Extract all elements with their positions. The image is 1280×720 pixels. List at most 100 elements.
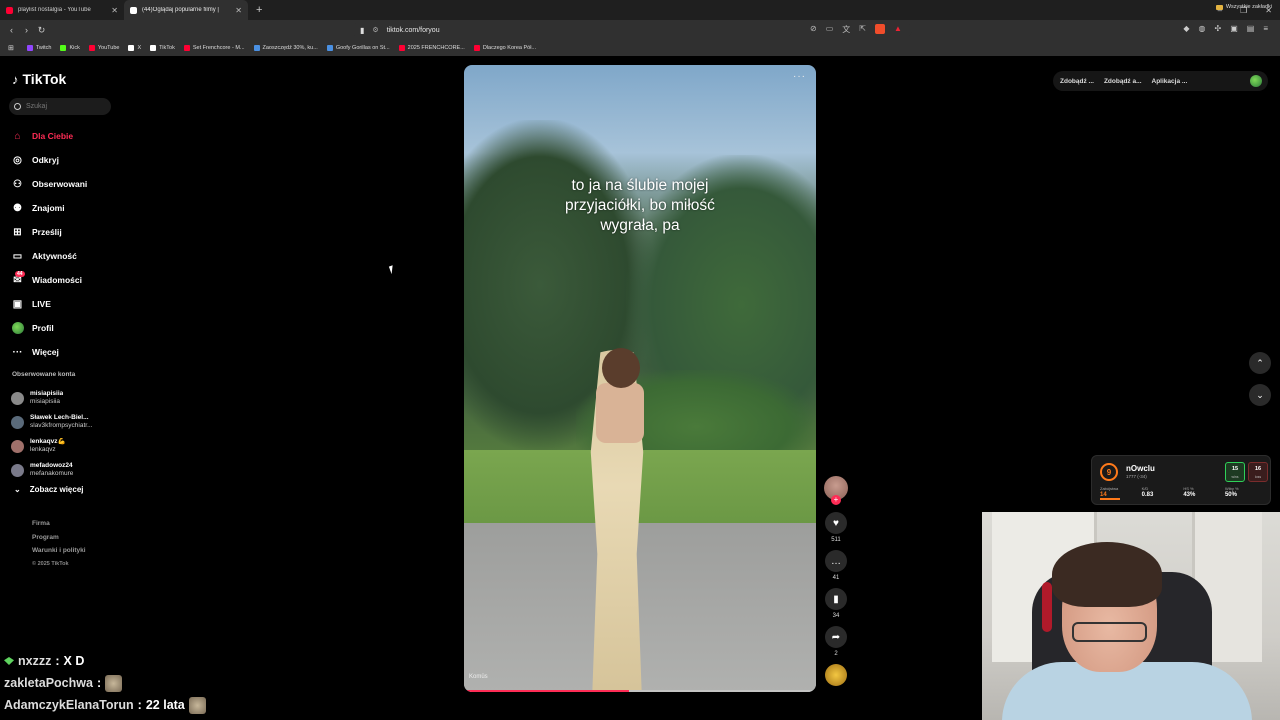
sidebar-item-home[interactable]: ⌂ Dla Ciebie: [11, 124, 121, 148]
comment-button[interactable]: … 41: [822, 550, 850, 582]
brave-rewards-icon[interactable]: ▲: [894, 24, 902, 35]
more-options-icon[interactable]: ···: [793, 71, 806, 82]
back-icon[interactable]: ‹: [4, 25, 19, 35]
browser-tab-youtube[interactable]: playlist nostalgia - YouTube ✕: [0, 0, 124, 20]
chevron-down-icon: ⌄: [14, 485, 21, 494]
sidebar-item-friends[interactable]: ⚉ Znajomi: [11, 196, 121, 220]
footer-link[interactable]: Firma: [32, 517, 86, 531]
footer-link[interactable]: Program: [32, 531, 86, 545]
extension-icon[interactable]: ◍: [1199, 24, 1206, 33]
bookmark-favicon-icon: [26, 45, 33, 51]
chat-text: X D: [63, 654, 85, 668]
gaming-chair: [1042, 582, 1052, 632]
wins-value: 15: [1231, 466, 1239, 472]
copyright: © 2025 TikTok: [32, 560, 69, 567]
share-icon[interactable]: ⇱: [859, 24, 866, 35]
user-avatar[interactable]: [1250, 75, 1262, 87]
bookmark-item[interactable]: YouTube: [88, 45, 120, 51]
address-bar: ‹ › ↻ ▮ ⚙ tiktok.com/foryou ⊘ ▭ 文 ⇱ ▲ ◆ …: [0, 20, 1280, 40]
bookmark-item[interactable]: X: [128, 45, 141, 51]
sidebar-item-following[interactable]: ⚇ Obserwowani: [11, 172, 121, 196]
account-names: lenkaqvz💪 lenkaqvz: [30, 438, 66, 454]
previous-video-button[interactable]: ⌃: [1249, 352, 1271, 374]
cast-icon[interactable]: ▭: [826, 24, 834, 35]
bookmark-item[interactable]: Set Frenchcore - M...: [183, 45, 245, 51]
upload-icon: ⊞: [13, 226, 22, 238]
followed-account[interactable]: misiapisiia misiapisiia: [11, 386, 121, 410]
save-button[interactable]: ▮ 34: [822, 588, 850, 620]
video-subject: [602, 348, 640, 388]
stream-chat: nxzzz : X D zakletaPochwa : AdamczykElan…: [4, 650, 404, 716]
bookmark-item[interactable]: Zaoszczędź 30%, ku...: [253, 45, 318, 51]
brand-name: TikTok: [22, 71, 67, 87]
forward-icon[interactable]: ›: [19, 25, 34, 35]
bookmark-label: YouTube: [97, 45, 120, 51]
new-tab-button[interactable]: +: [248, 4, 270, 16]
see-more-button[interactable]: ⌄ Zobacz więcej: [14, 485, 84, 494]
window-controls: – ❐ ✕: [1218, 0, 1272, 20]
followed-account[interactable]: Sławek Lech-Biel... slav3kfrompsychiatr..…: [11, 410, 121, 434]
bookmark-item[interactable]: 2025 FRENCHCORE...: [398, 45, 465, 51]
bookmarks-bar: ⊞ Twitch Kick YouTube X TikTok Set Frenchcore…: [0, 40, 1280, 56]
puzzle-icon[interactable]: ✣: [1215, 24, 1222, 33]
share-button[interactable]: ➦ 2: [822, 626, 850, 658]
sidebar-item-more[interactable]: ··· Więcej: [11, 340, 121, 364]
sidebar-item-live[interactable]: ▣ LIVE: [11, 292, 121, 316]
notification-badge: 44: [15, 271, 25, 277]
get-coins-button[interactable]: Zdobądź ...: [1060, 78, 1094, 85]
translate-icon[interactable]: 文: [842, 24, 850, 35]
apps-grid-icon[interactable]: ⊞: [8, 44, 14, 52]
compass-icon: ◎: [13, 154, 22, 166]
author-avatar[interactable]: +: [824, 476, 848, 505]
next-video-button[interactable]: ⌄: [1249, 384, 1271, 406]
sidebar-item-messages[interactable]: ✉ 44 Wiadomości: [11, 268, 121, 292]
bookmark-favicon-icon: [326, 45, 333, 51]
sidebar-icon[interactable]: ▣: [1230, 24, 1238, 33]
video-progress-bar[interactable]: [464, 690, 816, 692]
site-info-icon[interactable]: ⚙: [372, 26, 378, 34]
bookmark-item[interactable]: Twitch: [26, 45, 51, 51]
sidebar-item-activity[interactable]: ▭ Aktywność: [11, 244, 121, 268]
bookmark-item[interactable]: Kick: [60, 45, 80, 51]
video-actions: + ♥ 511 … 41 ▮ 34 ➦ 2: [822, 476, 850, 686]
block-icon[interactable]: ⊘: [810, 24, 817, 35]
url-text: tiktok.com/foryou: [386, 26, 440, 34]
sidebar-item-compass[interactable]: ◎ Odkryj: [11, 148, 121, 172]
tiktok-logo[interactable]: ♪ TikTok: [12, 71, 66, 87]
music-disc-icon[interactable]: [825, 664, 847, 686]
followed-account[interactable]: mefadowoz24 mefanakomure: [11, 458, 121, 482]
video-caption: to ja na ślubie mojej przyjaciółki, bo m…: [464, 176, 816, 236]
faceit-stat: HS % 43%: [1183, 486, 1196, 498]
sidebar-item-upload[interactable]: ⊞ Prześlij: [11, 220, 121, 244]
bookmark-item[interactable]: Dlaczego Korea Pół...: [473, 45, 537, 51]
reload-icon[interactable]: ↻: [34, 25, 49, 36]
wallet-icon[interactable]: ▤: [1247, 24, 1255, 33]
tab-close-icon[interactable]: ✕: [235, 6, 242, 15]
sidebar-item-profile[interactable]: Profil: [11, 316, 121, 340]
bookmark-favicon-icon: [150, 45, 157, 51]
browser-tab-tiktok[interactable]: (44)Oglądaj popularne filmy | ✕: [124, 0, 248, 20]
menu-icon[interactable]: ≡: [1263, 24, 1268, 33]
get-app-button[interactable]: Zdobądź a...: [1104, 78, 1142, 85]
tab-close-icon[interactable]: ✕: [111, 6, 118, 15]
like-count: 511: [831, 537, 841, 543]
bookmark-item[interactable]: TikTok: [150, 45, 175, 51]
sidebar-item-label: Aktywność: [32, 251, 77, 261]
tab-title: playlist nostalgia - YouTube: [18, 7, 91, 13]
sidebar-nav: ⌂ Dla Ciebie ◎ Odkryj ⚇ Obserwowani ⚉ Znajomi ⊞ P…: [11, 124, 121, 364]
follow-plus-icon[interactable]: +: [831, 495, 841, 505]
like-button[interactable]: ♥ 511: [822, 512, 850, 544]
bookmark-label: Dlaczego Korea Pół...: [482, 45, 537, 51]
footer-link[interactable]: Warunki i polityki: [32, 544, 86, 558]
chat-badge-icon: [4, 657, 14, 665]
desktop-app-button[interactable]: Aplikacja ...: [1152, 78, 1188, 85]
brave-shield-icon[interactable]: [874, 24, 885, 34]
bookmark-icon[interactable]: ▮: [360, 26, 364, 35]
extension-icon[interactable]: ◆: [1183, 24, 1189, 33]
video-player[interactable]: to ja na ślubie mojej przyjaciółki, bo m…: [464, 65, 816, 692]
followed-account[interactable]: lenkaqvz💪 lenkaqvz: [11, 434, 121, 458]
share-count: 2: [834, 651, 838, 657]
all-bookmarks[interactable]: Wszystkie zakładki: [1215, 4, 1272, 10]
search-input[interactable]: Szukaj: [9, 98, 111, 115]
bookmark-item[interactable]: Goofy Gorillas on St...: [326, 45, 390, 51]
